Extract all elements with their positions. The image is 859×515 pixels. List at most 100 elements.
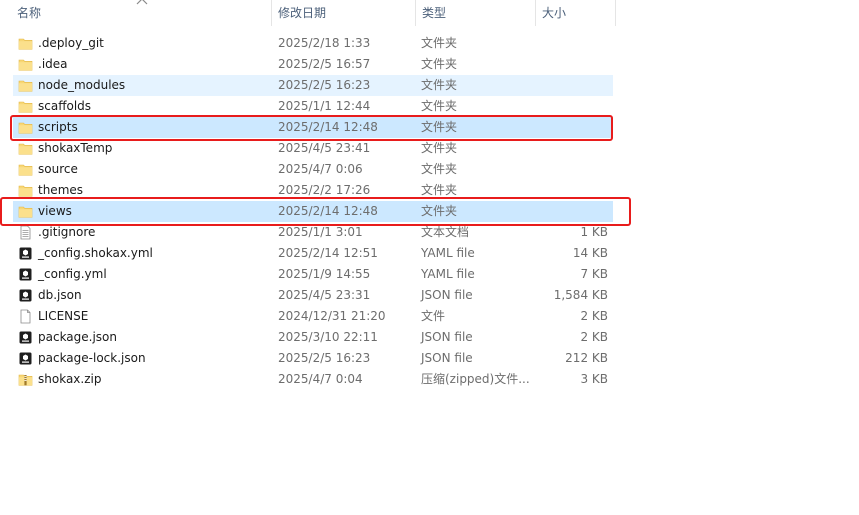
column-header-size[interactable]: 大小 (536, 0, 616, 26)
sort-ascending-icon (136, 0, 148, 5)
file-date: 2025/4/5 23:41 (278, 141, 371, 155)
file-row-db-json[interactable]: db.json 2025/4/5 23:31 JSON file 1,584 KB (13, 285, 613, 306)
file-row-scaffolds[interactable]: scaffolds 2025/1/1 12:44 文件夹 (13, 96, 613, 117)
column-header-bar: 名称 修改日期 类型 大小 (0, 0, 616, 26)
file-type: YAML file (421, 246, 475, 260)
file-name: themes (38, 183, 84, 197)
file-date: 2025/2/5 16:23 (278, 78, 371, 92)
folder-icon (18, 162, 33, 177)
file-date: 2025/2/18 1:33 (278, 36, 371, 50)
file-type: 文件夹 (421, 204, 458, 218)
app-file-icon (18, 351, 33, 366)
folder-icon (18, 57, 33, 72)
app-file-icon (18, 288, 33, 303)
app-file-icon (18, 267, 33, 282)
file-date: 2025/2/2 17:26 (278, 183, 371, 197)
folder-icon (18, 36, 33, 51)
file-date: 2025/2/14 12:48 (278, 204, 378, 218)
folder-icon (18, 141, 33, 156)
file-date: 2025/4/5 23:31 (278, 288, 371, 302)
file-row-views[interactable]: views 2025/2/14 12:48 文件夹 (13, 201, 613, 222)
file-size: 2 KB (580, 309, 608, 323)
file-name: .gitignore (38, 225, 96, 239)
column-header-type-label: 类型 (422, 6, 447, 20)
file-size: 2 KB (580, 330, 608, 344)
file-date: 2025/3/10 22:11 (278, 330, 378, 344)
file-size: 1 KB (580, 225, 608, 239)
file-row-license[interactable]: LICENSE 2024/12/31 21:20 文件 2 KB (13, 306, 613, 327)
file-size: 7 KB (580, 267, 608, 281)
file-row-package-lock-json[interactable]: package-lock.json 2025/2/5 16:23 JSON file… (13, 348, 613, 369)
file-row-source[interactable]: source 2025/4/7 0:06 文件夹 (13, 159, 613, 180)
column-header-date-label: 修改日期 (278, 6, 327, 20)
file-size: 212 KB (565, 351, 608, 365)
column-header-name-label: 名称 (17, 6, 42, 20)
file-name: node_modules (38, 78, 126, 92)
file-type: 文件 (421, 309, 446, 323)
file-name: package.json (38, 330, 118, 344)
file-name: shokax.zip (38, 372, 102, 386)
file-row-shokax-zip[interactable]: shokax.zip 2025/4/7 0:04 压缩(zipped)文件... 3 … (13, 369, 613, 390)
file-list-pane: 名称 修改日期 类型 大小 .deploy_git 2025/2/18 1:33 文… (0, 0, 859, 515)
file-row-node-modules[interactable]: node_modules 2025/2/5 16:23 文件夹 (13, 75, 613, 96)
folder-icon (18, 120, 33, 135)
file-name: .idea (38, 57, 68, 71)
file-type: 文件夹 (421, 183, 458, 197)
file-row-package-json[interactable]: package.json 2025/3/10 22:11 JSON file 2 KB (13, 327, 613, 348)
file-type: 文件夹 (421, 99, 458, 113)
file-name: views (38, 204, 72, 218)
file-type: 文件夹 (421, 36, 458, 50)
file-date: 2024/12/31 21:20 (278, 309, 386, 323)
file-date: 2025/1/1 12:44 (278, 99, 371, 113)
file-name: LICENSE (38, 309, 89, 323)
column-header-name[interactable]: 名称 (0, 0, 272, 26)
file-type: YAML file (421, 267, 475, 281)
file-date: 2025/2/14 12:51 (278, 246, 378, 260)
file-date: 2025/2/5 16:23 (278, 351, 371, 365)
file-type: 文件夹 (421, 57, 458, 71)
file-size: 1,584 KB (553, 288, 608, 302)
file-date: 2025/1/1 3:01 (278, 225, 363, 239)
app-file-icon (18, 246, 33, 261)
file-name: db.json (38, 288, 82, 302)
folder-icon (18, 99, 33, 114)
file-type: 文件夹 (421, 162, 458, 176)
file-date: 2025/4/7 0:04 (278, 372, 363, 386)
file-row-config-shokax-yml[interactable]: _config.shokax.yml 2025/2/14 12:51 YAML fi… (13, 243, 613, 264)
blank-file-icon (18, 309, 33, 324)
file-name: .deploy_git (38, 36, 104, 50)
file-type: 文件夹 (421, 78, 458, 92)
zip-folder-icon (18, 372, 33, 387)
file-row-config-yml[interactable]: _config.yml 2025/1/9 14:55 YAML file 7 KB (13, 264, 613, 285)
file-row-gitignore[interactable]: .gitignore 2025/1/1 3:01 文本文档 1 KB (13, 222, 613, 243)
column-header-type[interactable]: 类型 (416, 0, 536, 26)
file-type: 文本文档 (421, 225, 470, 239)
file-rows: .deploy_git 2025/2/18 1:33 文件夹 .idea 2025/2/… (13, 33, 613, 390)
file-size: 14 KB (572, 246, 608, 260)
column-header-date[interactable]: 修改日期 (272, 0, 416, 26)
folder-icon (18, 78, 33, 93)
app-file-icon (18, 330, 33, 345)
file-row-themes[interactable]: themes 2025/2/2 17:26 文件夹 (13, 180, 613, 201)
file-size: 3 KB (580, 372, 608, 386)
text-file-icon (18, 225, 33, 240)
file-name: scripts (38, 120, 78, 134)
file-type: JSON file (421, 330, 473, 344)
file-type: 文件夹 (421, 141, 458, 155)
file-name: _config.yml (38, 267, 107, 281)
file-type: 压缩(zipped)文件... (421, 372, 530, 386)
file-date: 2025/2/14 12:48 (278, 120, 378, 134)
file-date: 2025/1/9 14:55 (278, 267, 371, 281)
file-row-idea[interactable]: .idea 2025/2/5 16:57 文件夹 (13, 54, 613, 75)
file-row-scripts[interactable]: scripts 2025/2/14 12:48 文件夹 (13, 117, 613, 138)
file-name: shokaxTemp (38, 141, 113, 155)
file-type: JSON file (421, 288, 473, 302)
file-name: _config.shokax.yml (38, 246, 153, 260)
column-header-size-label: 大小 (542, 6, 567, 20)
file-name: package-lock.json (38, 351, 146, 365)
folder-icon (18, 183, 33, 198)
file-name: scaffolds (38, 99, 92, 113)
file-row-shokaxtemp[interactable]: shokaxTemp 2025/4/5 23:41 文件夹 (13, 138, 613, 159)
file-date: 2025/4/7 0:06 (278, 162, 363, 176)
file-row-deploy-git[interactable]: .deploy_git 2025/2/18 1:33 文件夹 (13, 33, 613, 54)
